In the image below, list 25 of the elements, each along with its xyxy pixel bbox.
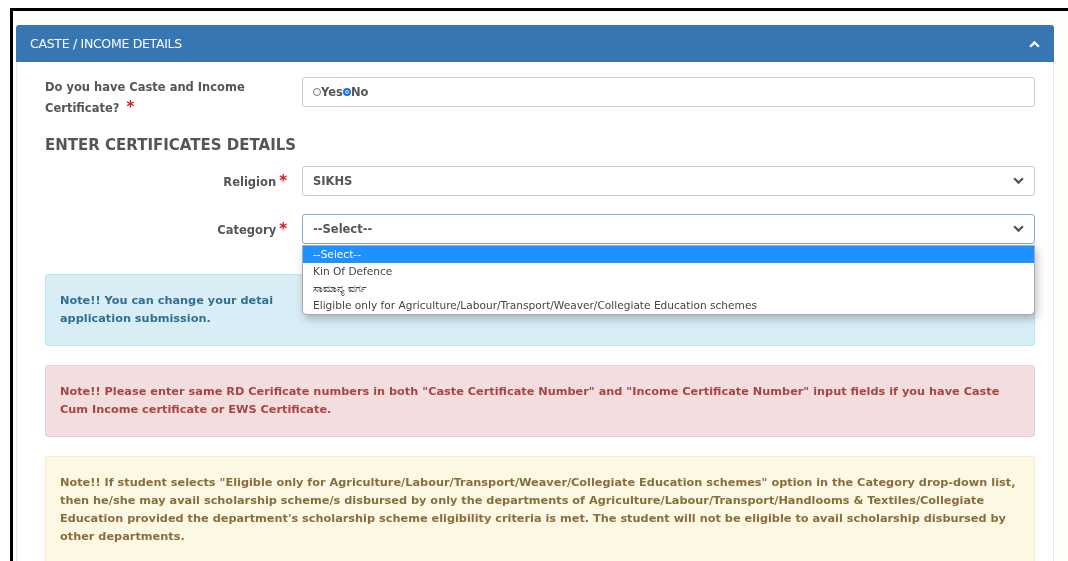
panel-title: CASTE / INCOME DETAILS: [30, 36, 182, 51]
required-mark: *: [279, 171, 287, 190]
required-mark: *: [279, 219, 287, 238]
dropdown-option[interactable]: ಸಾಮಾನ್ಯ ವರ್ಗ: [303, 280, 1034, 297]
note-text: Note!! If student selects "Eligible only for Agriculture/Labour/Transport/Weaver/Collegiate Education schemes" option in the Category drop-down list, then he/she may avail scholarship scheme/s disbursed by only the departments of Agriculture/Labour/Transport/Handlooms & Textiles/Collegiate Education provided the department's scholarship scheme eligibility criteria is met. The student will not be eligible to avail scholarship disbursed by other departments.: [60, 475, 1017, 545]
chevron-down-icon: [1013, 177, 1024, 185]
note-text: application submission.: [60, 311, 211, 327]
radio-label[interactable]: No: [342, 85, 369, 99]
select-field[interactable]: SIKHS: [302, 166, 1035, 196]
note-text: Note!! You can change your detai: [60, 293, 274, 309]
field-label: Religion *: [222, 170, 288, 192]
section-heading: ENTER CERTIFICATES DETAILS: [45, 136, 298, 154]
radio-button[interactable]: [342, 88, 351, 96]
required-mark: *: [126, 98, 135, 116]
note-text: Note!! Please enter same RD Cerificate numbers in both "Caste Certificate Number" and "Income Certificate Number" input fields if you have Caste Cum Income certificate or EWS Certificate.: [60, 384, 1001, 418]
select-value: --Select--: [313, 222, 373, 236]
field-label: Category *: [216, 218, 288, 240]
select-field[interactable]: --Select--: [302, 214, 1035, 244]
dropdown-option[interactable]: Eligible only for Agriculture/Labour/Transport/Weaver/Collegiate Education schemes: [303, 297, 1034, 314]
collapse-icon[interactable]: [1029, 39, 1040, 48]
field-label: Do you have Caste and Income Certificate? *: [45, 79, 246, 118]
dropdown-option[interactable]: Kin Of Defence: [303, 263, 1034, 280]
chevron-down-icon: [1013, 225, 1024, 233]
radio-label[interactable]: Yes: [313, 85, 343, 99]
select-value: SIKHS: [313, 174, 353, 188]
